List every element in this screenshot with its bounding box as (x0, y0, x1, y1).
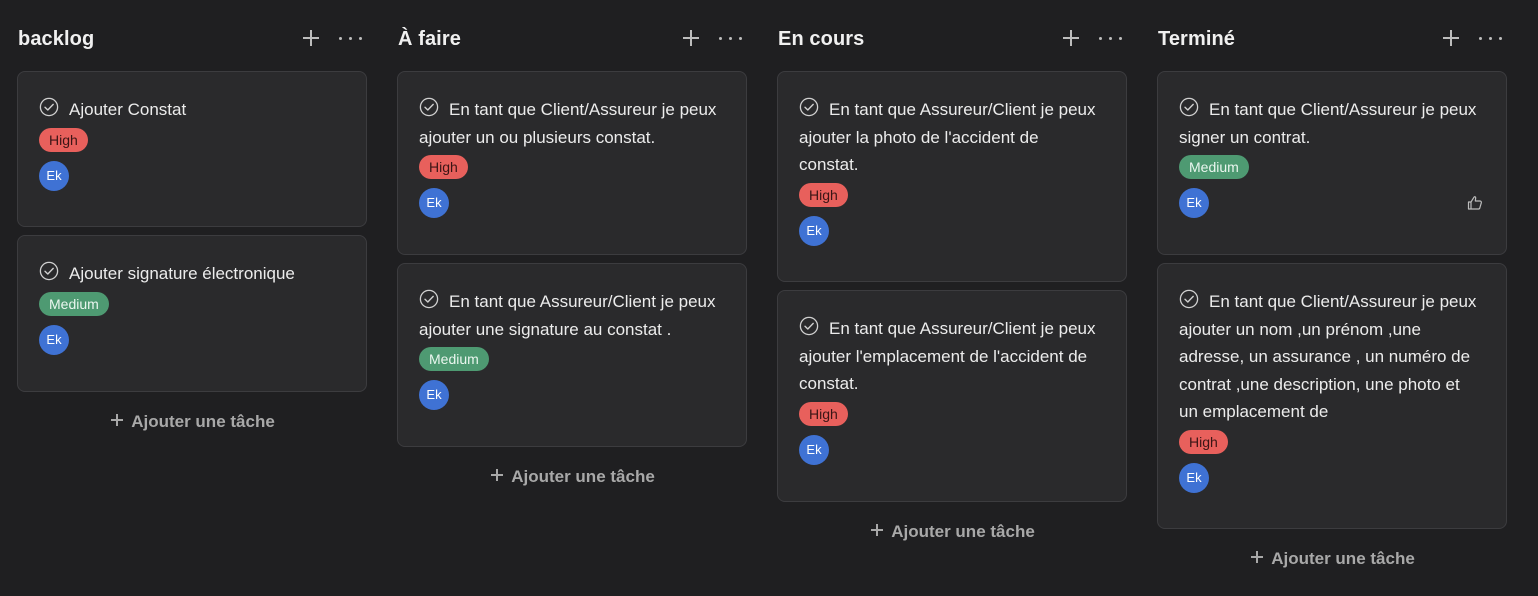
task-card[interactable]: Ajouter signature électronique Medium Ek (17, 235, 367, 392)
task-card[interactable]: En tant que Assureur/Client je peux ajou… (777, 290, 1127, 502)
priority-badge: Medium (1179, 155, 1249, 179)
column-header: À faire (397, 0, 749, 70)
add-task-label: Ajouter une tâche (1271, 549, 1415, 568)
add-task-label: Ajouter une tâche (511, 467, 655, 486)
priority-badge: Medium (419, 347, 489, 371)
task-card[interactable]: Ajouter Constat High Ek (17, 71, 367, 227)
plus-icon (111, 414, 124, 426)
priority-badge: High (419, 155, 468, 179)
column-1: À faire En tant que Client/Assureur je pe… (397, 0, 749, 596)
assignee-avatar[interactable]: Ek (1179, 188, 1209, 218)
priority-badge: High (799, 183, 848, 207)
column-title: backlog (18, 28, 95, 50)
add-task-label: Ajouter une tâche (131, 412, 275, 431)
thumbs-up-icon[interactable] (1466, 194, 1484, 212)
column-title: À faire (398, 28, 461, 50)
priority-badge: High (39, 128, 88, 152)
column-title: Terminé (1158, 28, 1236, 50)
more-options-icon[interactable] (719, 36, 743, 42)
task-title: En tant que Assureur/Client je peux ajou… (799, 100, 1096, 174)
column-2: En cours En tant que Assureur/Client je p… (777, 0, 1129, 596)
task-title: En tant que Client/Assureur je peux ajou… (1179, 292, 1477, 421)
assignee-avatar[interactable]: Ek (39, 325, 69, 355)
task-title: En tant que Assureur/Client je peux ajou… (799, 319, 1096, 393)
task-title: Ajouter Constat (69, 100, 187, 119)
add-task-button[interactable]: Ajouter une tâche (1157, 549, 1509, 569)
column-3: Terminé En tant que Client/Assureur je pe… (1157, 0, 1509, 596)
column-title: En cours (778, 28, 865, 50)
kanban-board: backlog Ajouter Constat High Ek Ajouter sign… (0, 0, 1538, 596)
add-card-button[interactable] (1440, 27, 1462, 49)
priority-badge: Medium (39, 292, 109, 316)
more-options-icon[interactable] (339, 36, 363, 42)
assignee-avatar[interactable]: Ek (1179, 463, 1209, 493)
add-task-label: Ajouter une tâche (891, 522, 1035, 541)
column-header: backlog (17, 0, 369, 70)
assignee-avatar[interactable]: Ek (419, 380, 449, 410)
assignee-avatar[interactable]: Ek (419, 188, 449, 218)
task-title: En tant que Client/Assureur je peux ajou… (419, 100, 717, 147)
add-task-button[interactable]: Ajouter une tâche (17, 412, 369, 432)
add-card-button[interactable] (1060, 27, 1082, 49)
task-card[interactable]: En tant que Client/Assureur je peux ajou… (1157, 263, 1507, 529)
task-card[interactable]: En tant que Client/Assureur je peux sign… (1157, 71, 1507, 255)
task-title: Ajouter signature électronique (69, 264, 295, 283)
plus-icon (871, 524, 884, 536)
plus-icon (1251, 551, 1264, 563)
task-card[interactable]: En tant que Assureur/Client je peux ajou… (777, 71, 1127, 282)
more-options-icon[interactable] (1479, 36, 1503, 42)
more-options-icon[interactable] (1099, 36, 1123, 42)
task-title: En tant que Client/Assureur je peux sign… (1179, 100, 1477, 147)
column-header: En cours (777, 0, 1129, 70)
assignee-avatar[interactable]: Ek (799, 435, 829, 465)
priority-badge: High (799, 402, 848, 426)
add-card-button[interactable] (680, 27, 702, 49)
task-card[interactable]: En tant que Assureur/Client je peux ajou… (397, 263, 747, 447)
task-title: En tant que Assureur/Client je peux ajou… (419, 292, 716, 339)
add-card-button[interactable] (300, 27, 322, 49)
column-0: backlog Ajouter Constat High Ek Ajouter sign… (17, 0, 369, 596)
task-card[interactable]: En tant que Client/Assureur je peux ajou… (397, 71, 747, 255)
add-task-button[interactable]: Ajouter une tâche (397, 467, 749, 487)
assignee-avatar[interactable]: Ek (39, 161, 69, 191)
plus-icon (491, 469, 504, 481)
add-task-button[interactable]: Ajouter une tâche (777, 522, 1129, 542)
column-header: Terminé (1157, 0, 1509, 70)
priority-badge: High (1179, 430, 1228, 454)
assignee-avatar[interactable]: Ek (799, 216, 829, 246)
